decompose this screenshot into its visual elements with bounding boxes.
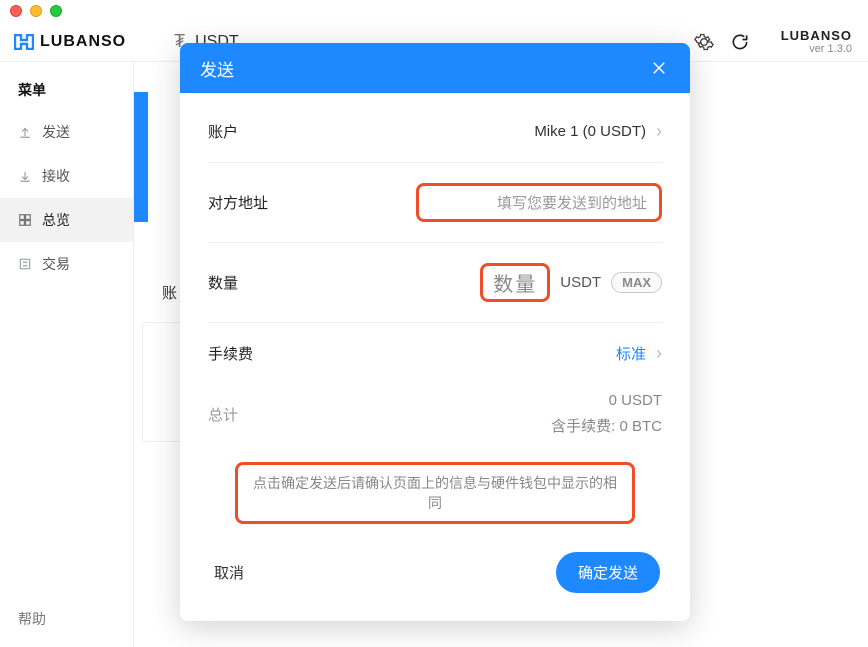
window-maximize-button[interactable] [50,5,62,17]
quantity-label: 数量 [208,272,238,293]
chevron-right-icon: › [656,343,662,364]
max-button[interactable]: MAX [611,272,662,293]
logo-icon [14,34,34,50]
modal-header: 发送 [180,43,690,93]
brand-version: LUBANSO ver 1.3.0 [781,28,852,55]
modal-close-button[interactable] [648,57,670,79]
settings-button[interactable] [693,31,715,53]
account-row[interactable]: 账户 Mike 1 (0 USDT) › [208,101,662,163]
modal-title: 发送 [200,56,234,81]
account-value: Mike 1 (0 USDT) [534,123,646,140]
logo: LUBANSO [14,33,126,51]
fee-row[interactable]: 手续费 标准 › [208,323,662,384]
close-icon [650,59,668,77]
brand-name-right: LUBANSO [781,28,852,43]
fee-included-value: 含手续费: 0 BTC [551,413,662,438]
total-value: 0 USDT [609,390,662,411]
window-titlebar [0,0,868,22]
refresh-icon [730,32,750,52]
chevron-right-icon: › [656,121,662,142]
version-text: ver 1.3.0 [781,43,852,55]
window-close-button[interactable] [10,5,22,17]
total-label: 总计 [208,404,238,425]
logo-text: LUBANSO [40,33,126,51]
quantity-input[interactable]: 数量 [480,263,550,302]
address-row: 对方地址 填写您要发送到的地址 [208,163,662,243]
fee-value: 标准 [616,343,646,364]
quantity-unit: USDT [560,274,601,291]
cancel-button[interactable]: 取消 [210,554,248,591]
confirm-notice: 点击确定发送后请确认页面上的信息与硬件钱包中显示的相同 [235,462,635,524]
confirm-send-button[interactable]: 确定发送 [556,552,660,593]
refresh-button[interactable] [729,31,751,53]
send-modal: 发送 账户 Mike 1 (0 USDT) › 对方地址 填写您要发送到的地址 … [180,43,690,621]
fee-label: 手续费 [208,343,253,364]
gear-icon [694,32,714,52]
address-label: 对方地址 [208,192,268,213]
account-label: 账户 [208,121,238,142]
window-minimize-button[interactable] [30,5,42,17]
quantity-row: 数量 数量 USDT MAX [208,243,662,323]
address-input[interactable]: 填写您要发送到的地址 [416,183,662,222]
